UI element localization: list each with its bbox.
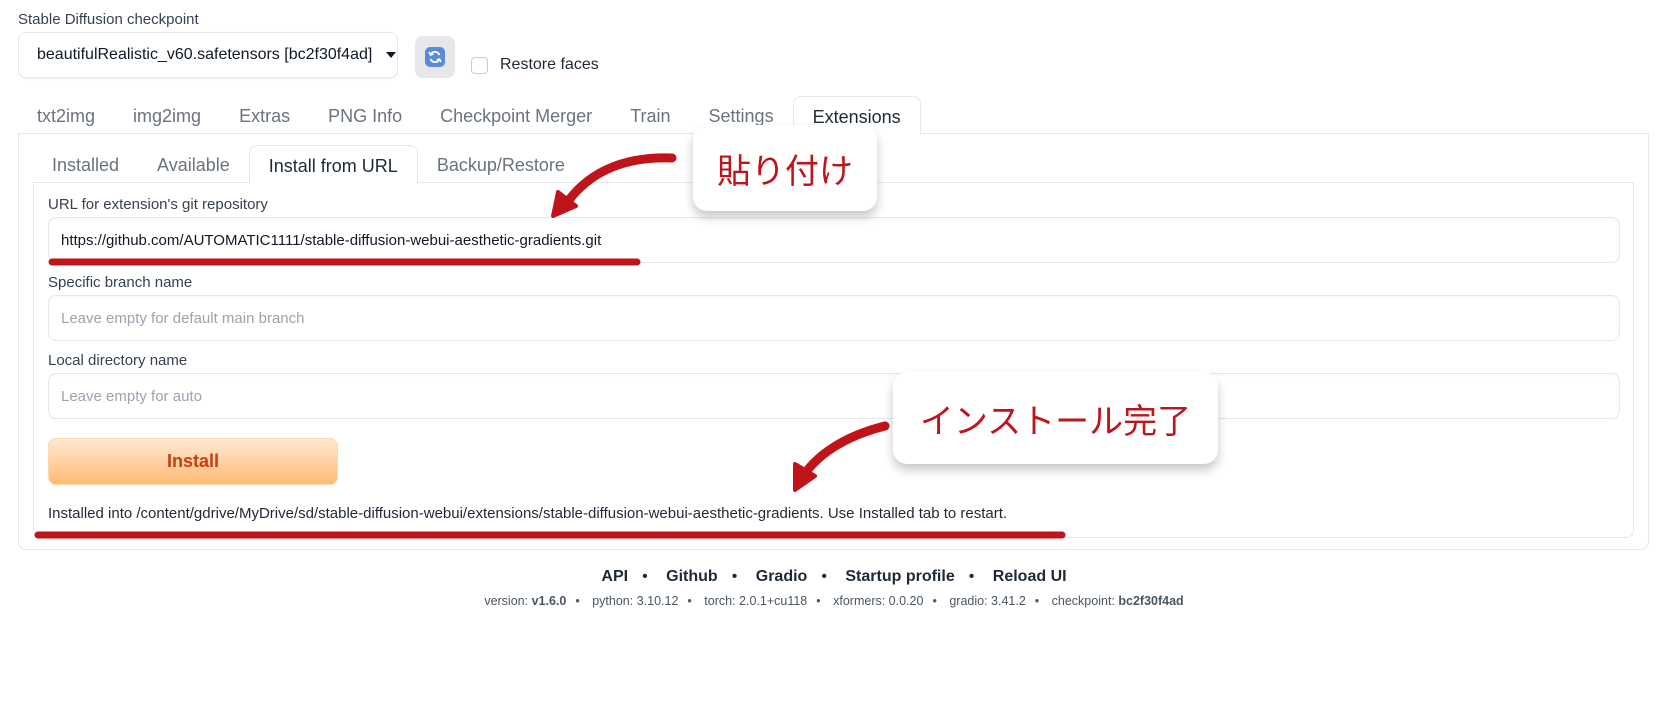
checkpoint-hash-label: checkpoint: [1051,594,1115,608]
refresh-icon [425,47,445,67]
torch-version: torch: 2.0.1+cu118 [704,594,808,608]
tab-png-info[interactable]: PNG Info [309,96,421,134]
tab-available[interactable]: Available [138,145,249,183]
directory-name-placeholder: Leave empty for auto [61,387,202,405]
branch-name-placeholder: Leave empty for default main branch [61,309,305,327]
restore-faces-label: Restore faces [500,56,599,73]
footer-link-startup-profile[interactable]: Startup profile [845,568,954,585]
checkpoint-label: Stable Diffusion checkpoint [18,11,199,28]
footer-link-api[interactable]: API [601,568,628,585]
version-value: v1.6.0 [531,594,567,608]
install-result-message: Installed into /content/gdrive/MyDrive/s… [48,505,1008,522]
extension-sub-tabs: Installed Available Install from URL Bac… [33,145,584,184]
git-url-input[interactable]: https://github.com/AUTOMATIC1111/stable-… [48,217,1620,263]
refresh-checkpoint-button[interactable] [415,36,455,78]
version-label: version: [484,594,529,608]
branch-name-input[interactable]: Leave empty for default main branch [48,295,1620,341]
tab-extras[interactable]: Extras [220,96,309,134]
footer-link-gradio[interactable]: Gradio [756,568,808,585]
footer-links: API • Github • Gradio • Startup profile • Re… [601,568,1067,585]
checkpoint-value: beautifulRealistic_v60.safetensors [bc2f… [37,46,373,63]
restore-faces-checkbox[interactable] [471,56,488,74]
xformers-version: xformers: 0.0.20 [833,594,924,608]
tab-train[interactable]: Train [611,96,689,134]
tab-img2img[interactable]: img2img [114,96,220,134]
tab-txt2img[interactable]: txt2img [18,96,114,134]
footer-versions: version: v1.6.0 • python: 3.10.12 • torch:… [484,594,1184,608]
tab-checkpoint-merger[interactable]: Checkpoint Merger [421,96,611,134]
gradio-version: gradio: 3.41.2 [949,594,1026,608]
restore-faces-toggle[interactable]: Restore faces [471,56,599,74]
chevron-down-icon [386,52,397,58]
directory-field-label: Local directory name [48,352,188,369]
tab-install-from-url[interactable]: Install from URL [248,145,418,184]
branch-field-label: Specific branch name [48,274,193,291]
tab-installed[interactable]: Installed [33,145,138,183]
footer-link-reload-ui[interactable]: Reload UI [993,568,1067,585]
tab-backup-restore[interactable]: Backup/Restore [418,145,584,183]
directory-name-input[interactable]: Leave empty for auto [48,373,1620,419]
url-field-label: URL for extension's git repository [48,196,268,213]
checkpoint-dropdown[interactable]: beautifulRealistic_v60.safetensors [bc2f… [18,32,398,78]
annotation-callout-install-complete: インストール完了 [893,372,1218,464]
python-version: python: 3.10.12 [592,594,679,608]
checkpoint-hash-value: bc2f30f4ad [1118,594,1184,608]
git-url-value: https://github.com/AUTOMATIC1111/stable-… [61,231,602,249]
footer-link-github[interactable]: Github [666,568,718,585]
install-button[interactable]: Install [48,438,338,485]
annotation-callout-paste: 貼り付け [693,125,877,211]
